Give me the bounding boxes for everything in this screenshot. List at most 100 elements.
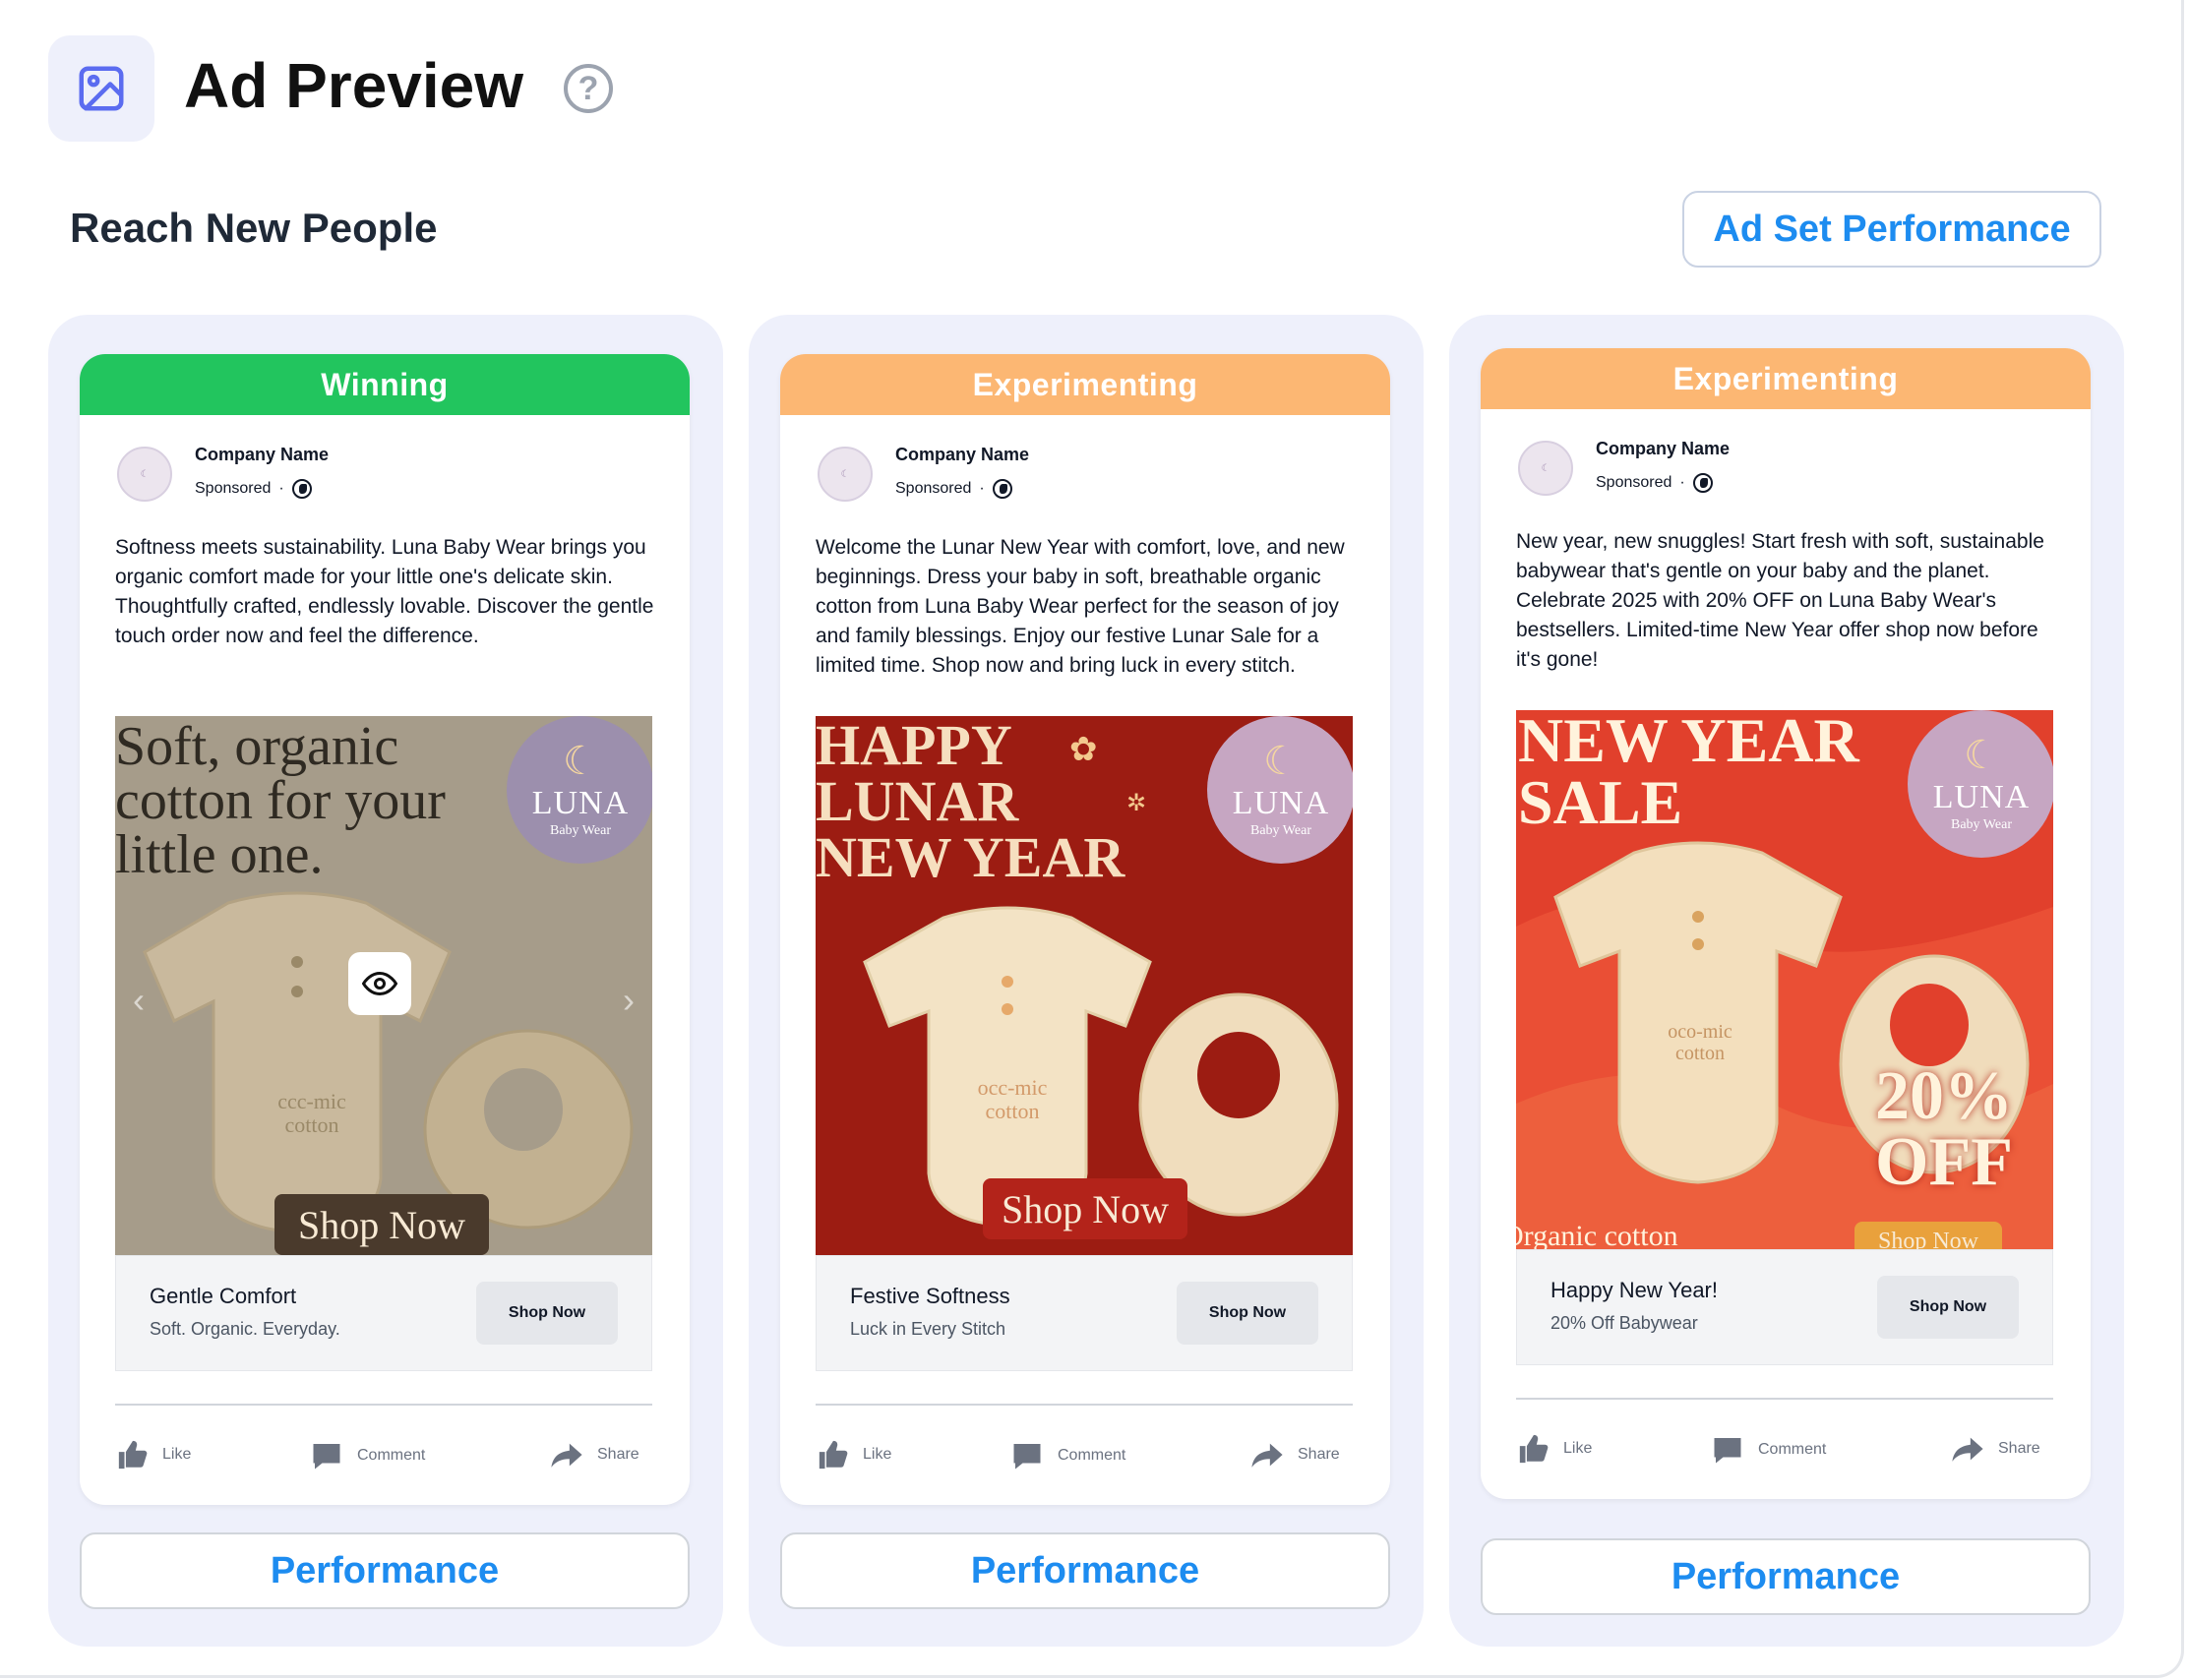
share-icon — [1952, 1437, 1983, 1462]
comment-button[interactable]: Comment — [1709, 1432, 1826, 1468]
ad-set-performance-button[interactable]: Ad Set Performance — [1682, 191, 2101, 268]
share-icon — [551, 1443, 582, 1468]
cta-bar: Happy New Year! 20% Off Babywear Shop No… — [1516, 1249, 2053, 1365]
luna-brand-text: LUNA — [531, 785, 630, 821]
shop-now-button[interactable]: Shop Now — [1877, 1276, 2019, 1339]
company-name[interactable]: Company Name — [1596, 439, 1730, 459]
preview-eye-button[interactable] — [348, 952, 411, 1015]
dot-separator: · — [1679, 474, 1685, 491]
thumbs-up-icon — [819, 1440, 848, 1470]
like-button[interactable]: Like — [1516, 1432, 1592, 1466]
post-header: ☾ Company Name Sponsored · — [1481, 409, 2091, 527]
discount-text: 20% OFF — [1875, 1058, 2013, 1200]
cta-subtitle: 20% Off Babywear — [1550, 1313, 1698, 1333]
dot-separator: · — [278, 480, 284, 497]
status-badge: Winning — [80, 354, 690, 415]
moon-icon: ☾ — [1964, 733, 1999, 777]
eye-icon — [362, 971, 397, 996]
post-header: ☾ Company Name Sponsored · — [780, 415, 1390, 533]
sponsored-text: Sponsored — [195, 480, 272, 497]
avatar: ☾ — [818, 447, 873, 502]
ad-copy: Welcome the Lunar New Year with comfort,… — [816, 536, 1345, 677]
performance-button[interactable]: Performance — [80, 1532, 690, 1609]
avatar: ☾ — [117, 447, 172, 502]
ad-creative-image[interactable]: Soft, organic cotton for your little one… — [115, 716, 652, 1255]
sponsored-label: Sponsored · — [895, 479, 1012, 499]
post-actions: Like Comment Share — [1516, 1432, 2053, 1481]
ad-column-2: Experimenting ☾ Company Name Sponsored ·… — [749, 315, 1424, 1647]
luna-brand-sub: Baby Wear — [550, 823, 611, 838]
luna-logo: ☾ LUNA Baby Wear — [507, 716, 652, 864]
cta-title: Festive Softness — [850, 1284, 1010, 1308]
help-icon[interactable]: ? — [564, 64, 613, 113]
sponsored-label: Sponsored · — [195, 479, 312, 499]
flower-icon: ✿ — [1069, 731, 1098, 768]
garment-print: ccc-mic cotton — [277, 1089, 346, 1138]
company-name[interactable]: Company Name — [195, 445, 329, 465]
comment-icon — [313, 1444, 340, 1470]
creative-shop-now-banner: Shop Now — [983, 1178, 1187, 1239]
like-button[interactable]: Like — [115, 1438, 191, 1471]
ad-column-1: Winning ☾ Company Name Sponsored · Softn… — [48, 315, 723, 1647]
creative-shop-now-banner: Shop Now — [274, 1194, 489, 1255]
prev-arrow-icon[interactable]: ‹ — [133, 980, 145, 1021]
ad-creative-image[interactable]: NEW YEAR SALE ☾ LUNA Baby Wear oco-mic c… — [1516, 710, 2053, 1249]
comment-button[interactable]: Comment — [308, 1438, 425, 1473]
share-label: Share — [597, 1446, 639, 1463]
divider — [115, 1404, 652, 1406]
cta-bar: Festive Softness Luck in Every Stitch Sh… — [816, 1255, 1353, 1371]
garment-print: occ-mic cotton — [977, 1075, 1048, 1124]
thumbs-up-icon — [118, 1440, 148, 1470]
thumbs-up-icon — [1519, 1434, 1549, 1464]
share-label: Share — [1298, 1446, 1340, 1463]
sparkle-icon: ✲ — [1126, 790, 1147, 816]
like-button[interactable]: Like — [816, 1438, 891, 1471]
luna-logo: ☾ LUNA Baby Wear — [1207, 716, 1353, 864]
globe-icon — [291, 479, 312, 499]
moon-icon: ☾ — [563, 739, 598, 783]
performance-button[interactable]: Performance — [780, 1532, 1390, 1609]
luna-brand-sub: Baby Wear — [1250, 823, 1311, 838]
ad-column-3: Experimenting ☾ Company Name Sponsored ·… — [1449, 315, 2124, 1647]
divider — [816, 1404, 1353, 1406]
ad-preview-icon-box — [48, 35, 154, 142]
share-button[interactable]: Share — [1949, 1432, 2040, 1466]
comment-button[interactable]: Comment — [1008, 1438, 1125, 1473]
cta-bar: Gentle Comfort Soft. Organic. Everyday. … — [115, 1255, 652, 1371]
comment-label: Comment — [1058, 1447, 1126, 1464]
company-name[interactable]: Company Name — [895, 445, 1029, 465]
organic-cotton-text: Organic cotton — [1516, 1220, 1678, 1249]
ad-creative-image[interactable]: HAPPY LUNAR NEW YEAR ✿ ✲ ☾ LUNA Baby Wea… — [816, 716, 1353, 1255]
ad-copy: New year, new snuggles! Start fresh with… — [1516, 530, 2044, 671]
ad-copy: Softness meets sustainability. Luna Baby… — [115, 536, 654, 647]
share-button[interactable]: Share — [1248, 1438, 1340, 1471]
globe-icon — [992, 479, 1012, 499]
ad-card: Winning ☾ Company Name Sponsored · Softn… — [80, 354, 690, 1505]
page-title: Ad Preview — [184, 50, 524, 121]
avatar: ☾ — [1518, 441, 1573, 496]
like-label: Like — [1563, 1440, 1593, 1457]
next-arrow-icon[interactable]: › — [623, 980, 635, 1021]
creative-shop-now-banner: Shop Now — [1854, 1222, 2002, 1249]
dot-separator: · — [979, 480, 985, 497]
post-actions: Like Comment Share — [816, 1438, 1353, 1487]
ad-card: Experimenting ☾ Company Name Sponsored ·… — [780, 354, 1390, 1505]
share-label: Share — [1998, 1440, 2040, 1457]
cta-title: Gentle Comfort — [150, 1284, 297, 1308]
share-button[interactable]: Share — [548, 1438, 639, 1471]
comment-label: Comment — [1758, 1441, 1827, 1458]
cta-subtitle: Soft. Organic. Everyday. — [150, 1319, 340, 1339]
section-title: Reach New People — [70, 205, 438, 251]
globe-icon — [1692, 473, 1713, 493]
comment-icon — [1013, 1444, 1041, 1470]
comment-icon — [1714, 1438, 1741, 1464]
sponsored-text: Sponsored — [895, 480, 972, 497]
creative-headline: NEW YEAR SALE — [1518, 710, 1859, 837]
shop-now-button[interactable]: Shop Now — [476, 1282, 618, 1345]
cta-title: Happy New Year! — [1550, 1278, 1718, 1302]
image-icon — [79, 66, 124, 111]
share-icon — [1251, 1443, 1283, 1468]
shop-now-button[interactable]: Shop Now — [1177, 1282, 1318, 1345]
performance-button[interactable]: Performance — [1481, 1538, 2091, 1615]
creative-headline: Soft, organic cotton for your little one… — [115, 716, 446, 885]
